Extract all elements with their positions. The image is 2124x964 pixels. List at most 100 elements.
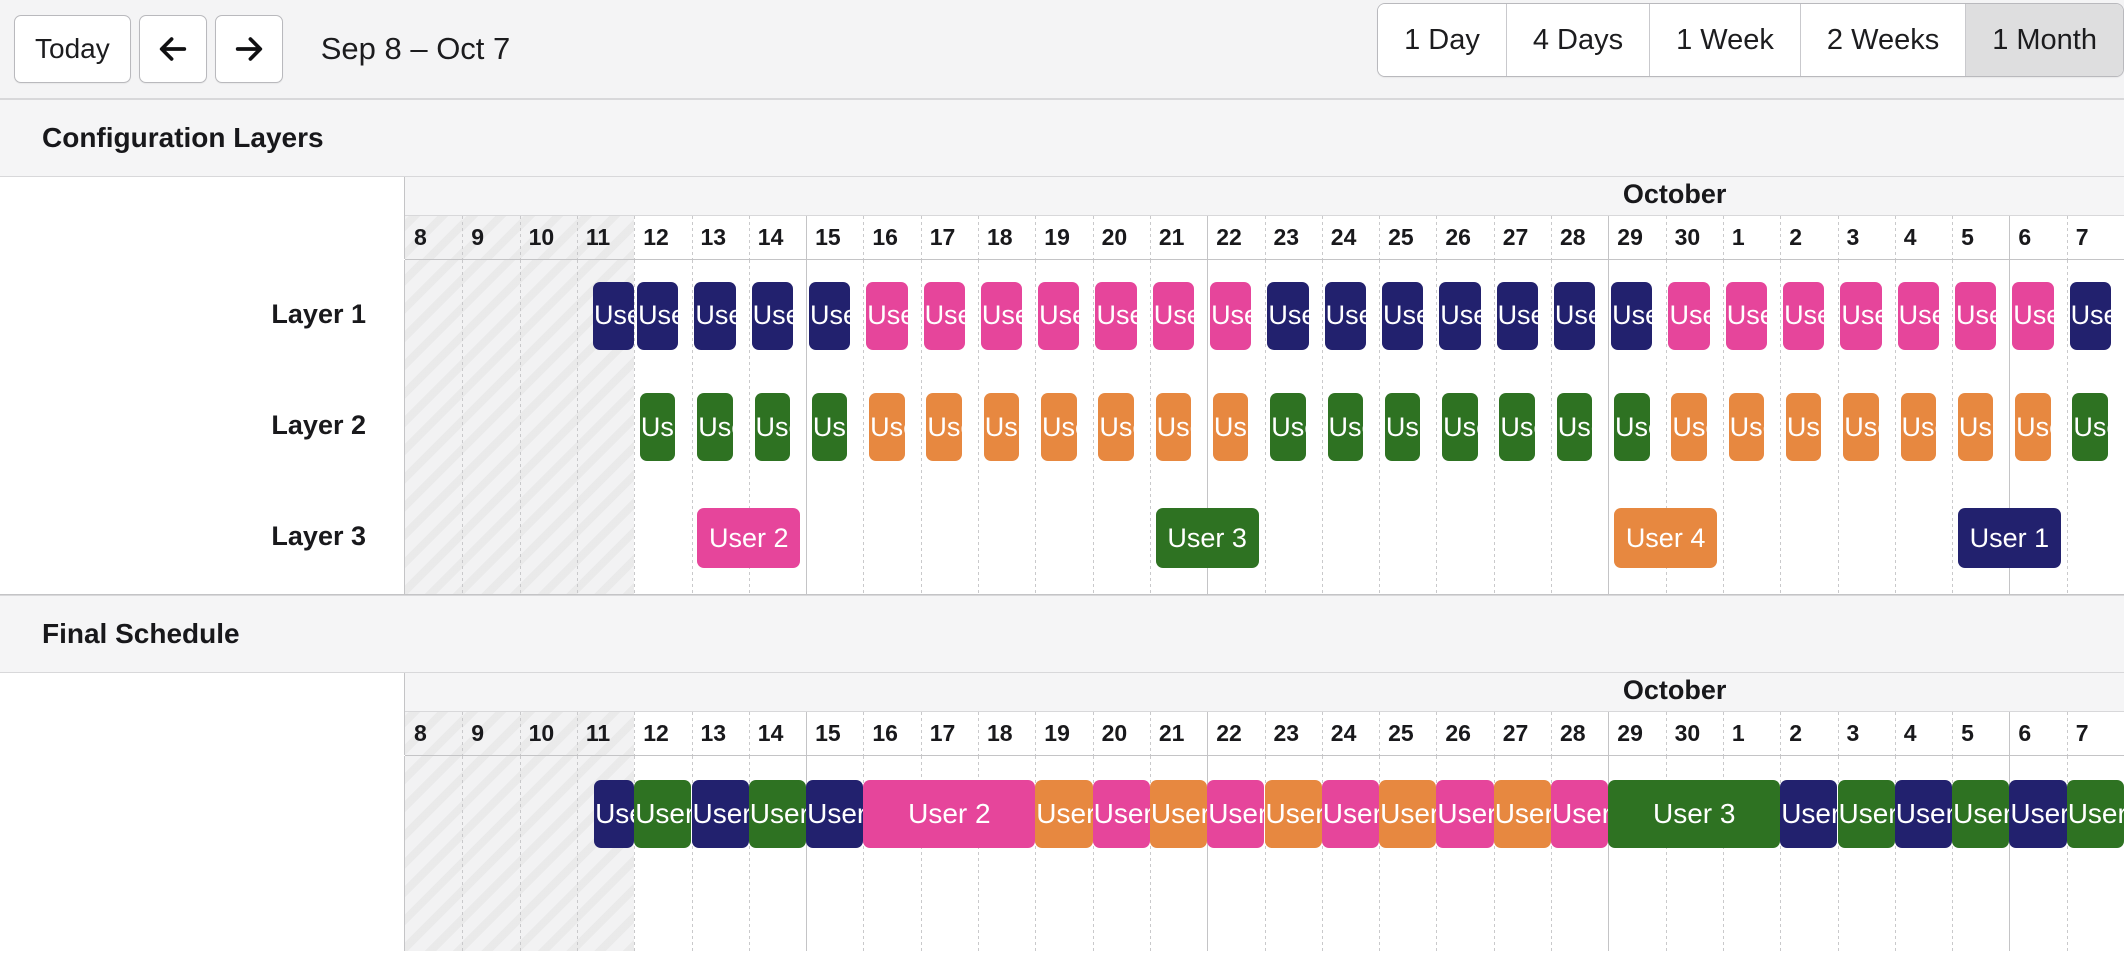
final-schedule-segment[interactable]: User 2: [1436, 780, 1494, 848]
layer-event[interactable]: User 2: [2012, 281, 2054, 350]
final-day-cell-2[interactable]: 2: [1780, 712, 1837, 755]
final-schedule-segment[interactable]: User 3: [748, 780, 807, 848]
final-day-cell-12[interactable]: 12: [634, 712, 691, 755]
layer-event[interactable]: User 2: [1954, 281, 1997, 350]
final-day-cell-8[interactable]: 8: [405, 712, 463, 755]
final-day-cell-7[interactable]: 7: [2067, 712, 2124, 755]
layer-event[interactable]: User 2: [697, 508, 801, 569]
layer-event[interactable]: User 4: [1785, 393, 1822, 461]
layers-day-cell-22[interactable]: 22: [1207, 216, 1264, 259]
layers-day-cell-1[interactable]: 1: [1723, 216, 1780, 259]
final-day-cell-1[interactable]: 1: [1723, 712, 1780, 755]
layers-day-cell-13[interactable]: 13: [692, 216, 749, 259]
layer-event[interactable]: User 2: [1095, 281, 1137, 350]
layer-event[interactable]: User 1: [1381, 281, 1424, 350]
layers-day-cell-2[interactable]: 2: [1780, 216, 1837, 259]
layers-day-cell-10[interactable]: 10: [519, 216, 577, 259]
layers-day-cell-4[interactable]: 4: [1895, 216, 1952, 259]
layer-event[interactable]: User 1: [1496, 281, 1538, 350]
view-button-1-day[interactable]: 1 Day: [1378, 4, 1507, 76]
final-day-cell-29[interactable]: 29: [1608, 712, 1665, 755]
layers-day-cell-12[interactable]: 12: [634, 216, 691, 259]
layers-day-cell-15[interactable]: 15: [806, 216, 863, 259]
layer-event[interactable]: User 3: [811, 393, 848, 461]
layer-event[interactable]: User 1: [1324, 281, 1366, 350]
layer-event[interactable]: User 4: [1041, 393, 1077, 461]
layer-event[interactable]: User 2: [1152, 281, 1194, 350]
layers-day-cell-6[interactable]: 6: [2009, 216, 2066, 259]
layer-event[interactable]: User 3: [1442, 393, 1478, 461]
final-day-cell-25[interactable]: 25: [1379, 712, 1436, 755]
final-schedule-segment[interactable]: User 3: [1608, 780, 1781, 848]
final-day-cell-21[interactable]: 21: [1150, 712, 1207, 755]
final-schedule-segment[interactable]: User 1: [1780, 780, 1838, 848]
final-schedule-segment[interactable]: User 1: [2009, 780, 2067, 848]
layers-day-cell-16[interactable]: 16: [863, 216, 920, 259]
layers-day-cell-24[interactable]: 24: [1322, 216, 1379, 259]
layer-event[interactable]: User 2: [980, 281, 1023, 350]
final-day-cell-24[interactable]: 24: [1322, 712, 1379, 755]
layer-event[interactable]: User 4: [869, 393, 905, 461]
final-schedule-segment[interactable]: User 3: [1837, 780, 1895, 848]
layer-event[interactable]: User 4: [2015, 393, 2051, 461]
final-schedule-segment[interactable]: User 2: [863, 780, 1036, 848]
final-schedule-segment[interactable]: User 4: [1035, 780, 1093, 848]
final-day-cell-17[interactable]: 17: [921, 712, 978, 755]
final-day-cell-11[interactable]: 11: [576, 712, 635, 755]
layer-event[interactable]: User 1: [751, 281, 793, 350]
layer-event[interactable]: User 1: [2069, 281, 2111, 350]
layers-day-cell-3[interactable]: 3: [1838, 216, 1895, 259]
layer-event[interactable]: User 2: [1038, 281, 1080, 350]
layer-event[interactable]: User 3: [2072, 393, 2108, 461]
layer-event[interactable]: User 4: [1098, 393, 1134, 461]
layer-event[interactable]: User 4: [1957, 393, 1994, 461]
layer-event[interactable]: User 1: [1957, 508, 2061, 569]
layers-day-cell-30[interactable]: 30: [1666, 216, 1723, 259]
layer-event[interactable]: User 3: [1155, 508, 1259, 569]
layer-event[interactable]: User 1: [694, 281, 736, 350]
layer-event[interactable]: User 4: [1728, 393, 1765, 461]
layer-event[interactable]: User 4: [1614, 508, 1718, 569]
final-day-cell-18[interactable]: 18: [978, 712, 1035, 755]
final-schedule-segment[interactable]: User 4: [1264, 780, 1322, 848]
final-schedule-segment[interactable]: User 1: [691, 780, 749, 848]
layer-event[interactable]: User 3: [1327, 393, 1364, 461]
layers-day-cell-28[interactable]: 28: [1551, 216, 1608, 259]
layers-day-cell-26[interactable]: 26: [1436, 216, 1493, 259]
layer-event[interactable]: User 4: [926, 393, 962, 461]
layer-event[interactable]: User 2: [1840, 281, 1882, 350]
layer-event[interactable]: User 1: [1553, 281, 1596, 350]
layer-event[interactable]: User 2: [1725, 281, 1767, 350]
layer-event[interactable]: User 2: [923, 281, 965, 350]
layer-event[interactable]: User 2: [1897, 281, 1939, 350]
final-day-cell-27[interactable]: 27: [1494, 712, 1551, 755]
final-schedule-segment[interactable]: User 2: [1092, 780, 1150, 848]
final-day-cell-5[interactable]: 5: [1952, 712, 2009, 755]
layers-day-cell-7[interactable]: 7: [2067, 216, 2124, 259]
layer-event[interactable]: User 1: [637, 281, 679, 350]
layers-day-cell-23[interactable]: 23: [1265, 216, 1322, 259]
layer-event[interactable]: User 3: [639, 393, 676, 461]
final-schedule-segment[interactable]: User 3: [2066, 780, 2124, 848]
final-day-cell-30[interactable]: 30: [1666, 712, 1723, 755]
final-day-cell-20[interactable]: 20: [1093, 712, 1150, 755]
final-day-cell-26[interactable]: 26: [1436, 712, 1493, 755]
layer-event[interactable]: User 1: [1611, 281, 1653, 350]
final-day-cell-3[interactable]: 3: [1838, 712, 1895, 755]
final-schedule-segment[interactable]: User 1: [594, 780, 635, 848]
layers-day-cell-19[interactable]: 19: [1035, 216, 1092, 259]
final-schedule-segment[interactable]: User 1: [806, 780, 864, 848]
layer-event[interactable]: User 2: [1210, 281, 1252, 350]
final-day-cell-23[interactable]: 23: [1265, 712, 1322, 755]
final-day-cell-13[interactable]: 13: [692, 712, 749, 755]
view-button-4-days[interactable]: 4 Days: [1506, 4, 1651, 76]
layer-event[interactable]: User 1: [592, 281, 635, 350]
layer-event[interactable]: User 3: [1499, 393, 1535, 461]
final-day-cell-4[interactable]: 4: [1895, 712, 1952, 755]
final-day-cell-10[interactable]: 10: [519, 712, 577, 755]
layer-event[interactable]: User 4: [1900, 393, 1937, 461]
layers-day-cell-11[interactable]: 11: [576, 216, 635, 259]
layers-day-cell-25[interactable]: 25: [1379, 216, 1436, 259]
final-day-cell-28[interactable]: 28: [1551, 712, 1608, 755]
layer-event[interactable]: User 4: [1212, 393, 1249, 461]
